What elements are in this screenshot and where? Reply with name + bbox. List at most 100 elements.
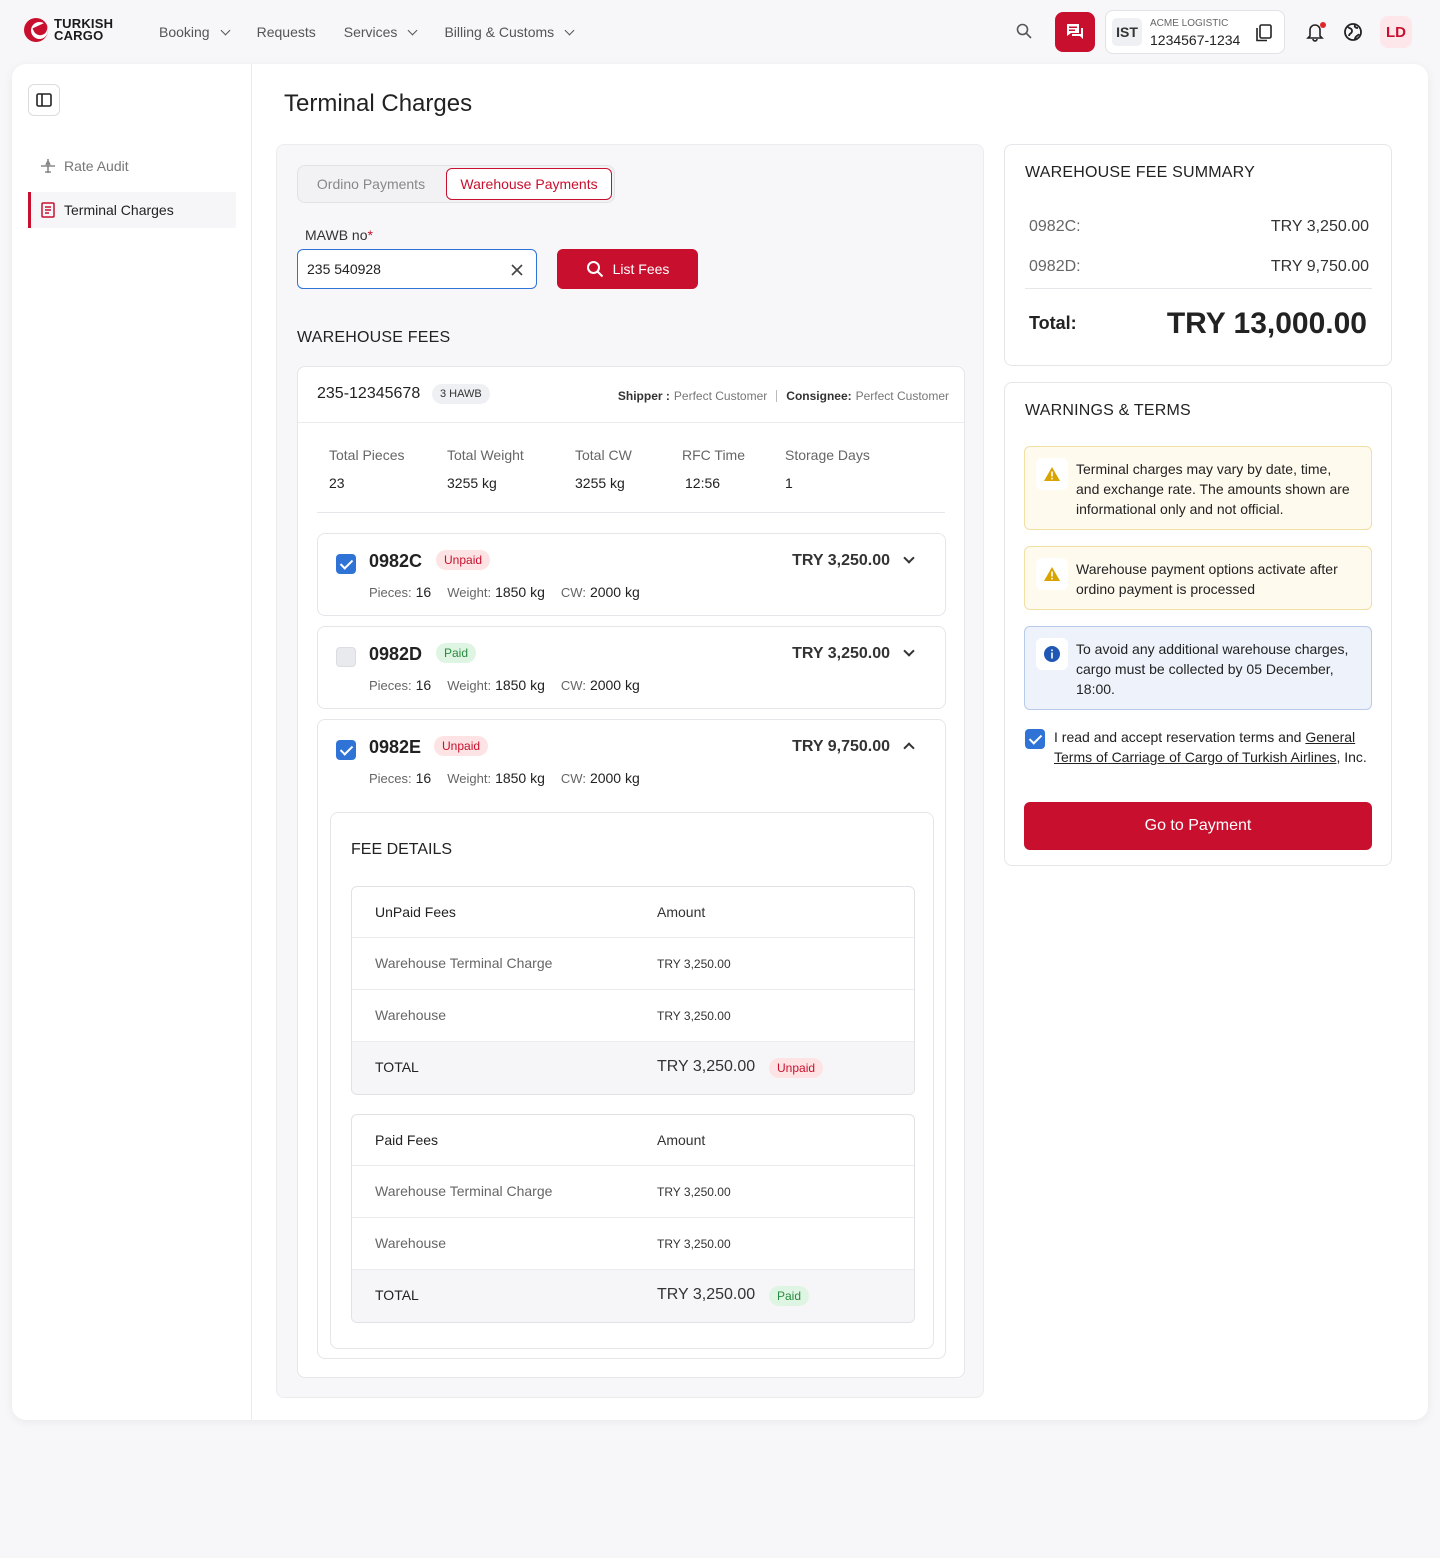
alert-text: Terminal charges may vary by date, time,… <box>1076 461 1350 517</box>
hawb-code: 0982C <box>369 551 423 571</box>
warning-alert: Terminal charges may vary by date, time,… <box>1024 446 1372 530</box>
hawb-row-0982d[interactable]: 0982D Paid TRY 3,250.00 Pieces: 16 Weight… <box>317 626 946 709</box>
hawb-checkbox[interactable] <box>336 554 356 574</box>
table-total-row: TOTAL TRY 3,250.00 Unpaid <box>352 1042 914 1094</box>
go-to-payment-button[interactable]: Go to Payment <box>1024 802 1372 850</box>
hawb-checkbox[interactable] <box>336 740 356 760</box>
shipper-label: Shipper : <box>617 389 670 403</box>
fee-amount: TRY 3,250.00 <box>657 1185 731 1199</box>
hawb-code: 0982D <box>369 644 423 664</box>
turkish-cargo-logo[interactable]: TURKISH CARGO <box>24 17 113 42</box>
nav-billing-label: Billing & Customs <box>444 24 555 40</box>
pieces-label: Pieces: <box>369 678 412 693</box>
notification-dot <box>1320 22 1326 28</box>
accept-prefix: I read and accept reservation terms and <box>1054 729 1306 745</box>
status-badge: Unpaid <box>436 550 491 570</box>
status-badge: Unpaid <box>434 736 489 756</box>
hawb-row-0982e[interactable]: 0982E Unpaid TRY 9,750.00 Pieces: 16 Weig… <box>317 719 946 1359</box>
sidebar-toggle-button[interactable] <box>28 84 60 116</box>
divider <box>776 390 778 402</box>
tab-warehouse-payments[interactable]: Warehouse Payments <box>446 168 612 200</box>
nav-booking[interactable]: Booking <box>159 22 231 42</box>
weight-value: 1850 kg <box>495 770 545 786</box>
tab-ordino-payments[interactable]: Ordino Payments <box>300 168 442 200</box>
mawb-label: MAWB no* <box>305 227 373 243</box>
chevron-down-icon[interactable] <box>903 552 915 564</box>
chat-button[interactable] <box>1055 12 1095 52</box>
summary-label: 0982D: <box>1029 258 1081 275</box>
weight-value: 1850 kg <box>495 677 545 693</box>
fee-details-panel: FEE DETAILS UnPaid Fees Amount Warehouse… <box>330 812 934 1349</box>
main-panel: Ordino Payments Warehouse Payments MAWB … <box>276 144 984 1398</box>
shipper-value: Perfect Customer <box>673 389 768 403</box>
mawb-input[interactable]: 235 540928 <box>297 249 537 289</box>
terms-acceptance: I read and accept reservation terms and … <box>1025 727 1373 767</box>
column-header: Paid Fees <box>375 1132 439 1148</box>
sidebar-item-rate-audit[interactable]: Rate Audit <box>28 148 236 184</box>
sidebar-item-terminal-charges[interactable]: Terminal Charges <box>28 192 236 228</box>
table-header: UnPaid Fees Amount <box>352 887 914 938</box>
warnings-title: WARNINGS & TERMS <box>1025 402 1191 419</box>
fee-amount: TRY 3,250.00 <box>657 1237 731 1251</box>
account-selector[interactable]: IST ACME LOGISTIC 1234567-1234 <box>1105 10 1285 54</box>
table-header: Paid Fees Amount <box>352 1115 914 1166</box>
info-alert: To avoid any additional warehouse charge… <box>1024 626 1372 710</box>
warehouse-fees-heading: WAREHOUSE FEES <box>297 329 451 346</box>
table-row: Warehouse Terminal Charge TRY 3,250.00 <box>352 938 914 990</box>
table-row: Warehouse Terminal Charge TRY 3,250.00 <box>352 1166 914 1218</box>
nav-services[interactable]: Services <box>343 22 418 42</box>
close-icon[interactable] <box>510 263 524 277</box>
search-icon[interactable] <box>1016 23 1032 39</box>
accept-terms-checkbox[interactable] <box>1025 729 1045 749</box>
stat-label: RFC Time <box>682 447 745 463</box>
weight-label: Weight: <box>447 771 492 786</box>
nav-services-label: Services <box>343 24 398 40</box>
stat-total-pieces: Total Pieces 23 <box>329 447 404 491</box>
sidebar-panel-icon <box>36 93 52 107</box>
parties: Shipper : Perfect Customer Consignee: Pe… <box>618 389 949 403</box>
hawb-code: 0982E <box>369 737 422 757</box>
chevron-up-icon[interactable] <box>903 742 915 754</box>
user-avatar[interactable]: LD <box>1380 16 1412 48</box>
nav-requests-label: Requests <box>256 24 316 40</box>
table-row: Warehouse TRY 3,250.00 <box>352 990 914 1042</box>
app-shell: Rate Audit Terminal Charges Terminal Cha… <box>12 64 1428 1420</box>
pieces-label: Pieces: <box>369 771 412 786</box>
stat-value: 12:56 <box>685 475 721 491</box>
list-fees-button[interactable]: List Fees <box>557 249 698 289</box>
stat-value: 23 <box>329 475 345 491</box>
page-title: Terminal Charges <box>284 90 473 117</box>
accept-suffix: , Inc. <box>1336 749 1367 765</box>
stat-label: Total Pieces <box>329 447 405 463</box>
stat-storage-days: Storage Days 1 <box>785 447 870 491</box>
logo-mark-icon <box>24 18 48 42</box>
summary-value: TRY 3,250.00 <box>1270 218 1369 235</box>
warning-alert: Warehouse payment options activate after… <box>1024 546 1372 610</box>
cw-label: CW: <box>560 585 586 600</box>
alert-text: To avoid any additional warehouse charge… <box>1076 641 1349 697</box>
alert-text: Warehouse payment options activate after… <box>1076 561 1338 597</box>
pieces-value: 16 <box>415 677 432 693</box>
fee-name: Warehouse <box>375 1235 447 1251</box>
chevron-down-icon[interactable] <box>903 645 915 657</box>
top-navigation: TURKISH CARGO Booking Requests Services … <box>0 0 1440 64</box>
weight-value: 1850 kg <box>495 584 545 600</box>
column-header: Amount <box>657 904 706 920</box>
nav-requests[interactable]: Requests <box>257 22 316 42</box>
copy-icon[interactable] <box>1256 24 1272 42</box>
hawb-meta: Pieces: 16 Weight: 1850 kg CW: 2000 kg <box>369 770 656 786</box>
column-header: Amount <box>657 1132 706 1148</box>
payment-tabs: Ordino Payments Warehouse Payments <box>297 165 615 203</box>
total-value: TRY 3,250.00 <box>657 1286 756 1303</box>
summary-row: 0982C: TRY 3,250.00 <box>1029 218 1369 236</box>
nav-billing-customs[interactable]: Billing & Customs <box>444 22 575 42</box>
fee-summary-panel: WAREHOUSE FEE SUMMARY 0982C: TRY 3,250.00… <box>1004 144 1392 366</box>
consignee-value: Perfect Customer <box>855 389 949 403</box>
hawb-checkbox[interactable] <box>336 647 356 667</box>
hawb-row-0982c[interactable]: 0982C Unpaid TRY 3,250.00 Pieces: 16 Weig… <box>317 533 946 616</box>
globe-icon[interactable] <box>1343 22 1363 42</box>
weight-label: Weight: <box>447 678 492 693</box>
fee-name: Warehouse Terminal Charge <box>375 955 553 971</box>
cw-value: 2000 kg <box>589 677 640 693</box>
pieces-value: 16 <box>415 584 432 600</box>
